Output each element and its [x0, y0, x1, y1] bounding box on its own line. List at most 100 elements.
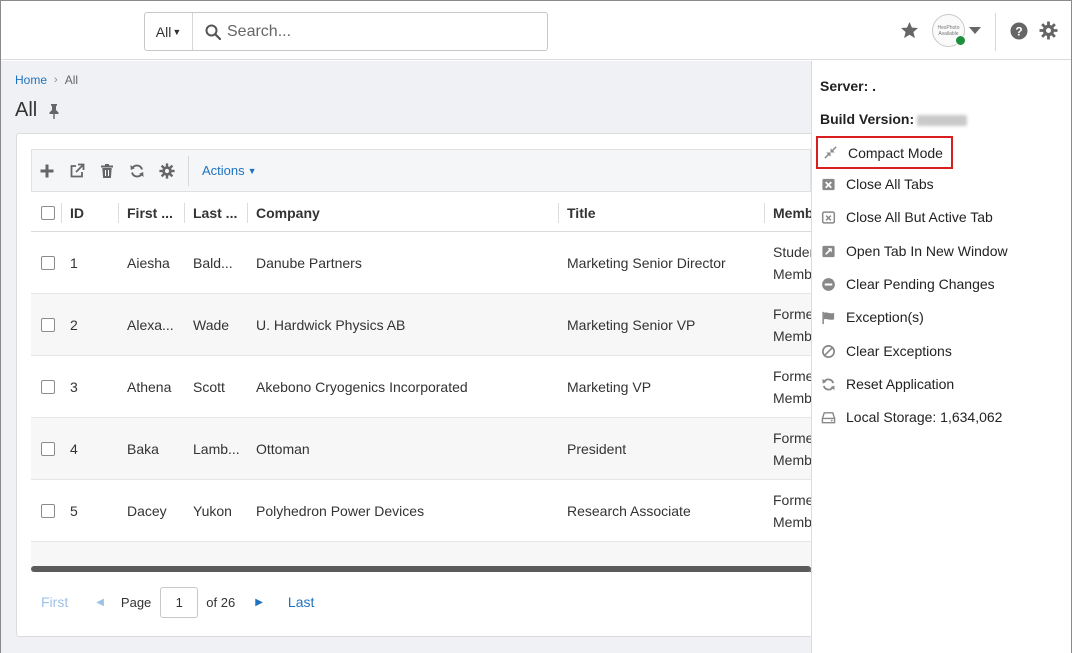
close-all-but-active-tab-item[interactable]: Close All But Active Tab — [820, 202, 1060, 232]
next-page-icon[interactable]: ▶ — [255, 597, 263, 608]
column-divider[interactable] — [184, 203, 185, 223]
row-checkbox[interactable] — [41, 318, 55, 332]
top-bar: All▼ HesPhoto Available ? — [1, 1, 1071, 60]
reset-application-item[interactable]: Reset Application — [820, 369, 1060, 399]
chevron-down-icon[interactable] — [969, 26, 981, 36]
page-number-input[interactable] — [160, 586, 199, 618]
clear-exceptions-item[interactable]: Clear Exceptions — [820, 336, 1060, 366]
cell-first-name: Aiesha — [127, 255, 170, 271]
table-row[interactable]: 4 Baka Lamb... Ottoman President Forme Me… — [31, 418, 811, 480]
open-external-button[interactable] — [62, 156, 92, 186]
ban-icon — [820, 343, 836, 359]
help-icon[interactable]: ? — [1010, 22, 1028, 40]
cell-title: Marketing Senior VP — [567, 317, 696, 333]
open-tab-new-window-item[interactable]: Open Tab In New Window — [820, 236, 1060, 266]
search-input[interactable] — [227, 22, 527, 41]
build-version-info: Build Version: — [820, 111, 968, 127]
row-checkbox-cell — [41, 480, 55, 542]
cell-first-name: Alexa... — [127, 317, 174, 333]
grid-settings-button[interactable] — [152, 156, 182, 186]
column-header-company[interactable]: Company — [256, 193, 556, 232]
column-divider[interactable] — [558, 203, 559, 223]
caret-down-icon: ▼ — [247, 165, 257, 176]
cell-id: 1 — [70, 255, 78, 271]
column-header-member[interactable]: Memb — [773, 193, 811, 232]
row-checkbox-cell — [41, 356, 55, 418]
row-checkbox[interactable] — [41, 256, 55, 270]
minus-circle-icon — [820, 276, 836, 292]
menu-item-label: Compact Mode — [848, 144, 943, 161]
cell-company: Ottoman — [256, 441, 310, 457]
star-icon[interactable] — [900, 21, 919, 40]
cell-title: Research Associate — [567, 503, 691, 519]
breadcrumb-current: All — [64, 73, 79, 87]
cell-member-line2: Memb — [773, 328, 811, 344]
row-checkbox[interactable] — [41, 504, 55, 518]
column-header-first-name[interactable]: First ... — [127, 193, 185, 232]
first-page-link[interactable]: First — [41, 594, 68, 610]
exceptions-item[interactable]: Exception(s) — [820, 302, 1060, 332]
column-header-last-name[interactable]: Last ... — [193, 193, 251, 232]
cell-member: Studer Memb — [773, 232, 811, 294]
server-info: Server: . — [820, 78, 877, 94]
column-divider[interactable] — [247, 203, 248, 223]
horizontal-scrollbar[interactable] — [31, 566, 811, 572]
column-header-title[interactable]: Title — [567, 193, 757, 232]
add-button[interactable] — [32, 156, 62, 186]
column-divider[interactable] — [118, 203, 119, 223]
actions-dropdown[interactable]: Actions ▼ — [202, 163, 257, 178]
column-divider[interactable] — [764, 203, 765, 223]
select-all-checkbox-cell — [41, 193, 57, 232]
close-all-tabs-item[interactable]: Close All Tabs — [820, 169, 1060, 199]
column-header-id[interactable]: ID — [70, 193, 120, 232]
toolbar-divider — [188, 155, 189, 186]
cell-member: Forme Memb — [773, 480, 811, 542]
column-divider[interactable] — [61, 203, 62, 223]
cell-company: Akebono Cryogenics Incorporated — [256, 379, 468, 395]
table-row[interactable]: 5 Dacey Yukon Polyhedron Power Devices R… — [31, 480, 811, 542]
delete-button[interactable] — [92, 156, 122, 186]
compact-mode-item[interactable]: Compact Mode — [816, 136, 953, 169]
row-checkbox[interactable] — [41, 380, 55, 394]
gear-icon[interactable] — [1039, 21, 1058, 40]
local-storage-item[interactable]: Local Storage: 1,634,062 — [820, 402, 1060, 432]
search-scope-dropdown[interactable]: All ▼ — [145, 13, 193, 50]
prev-page-icon[interactable]: ◀ — [96, 597, 104, 608]
cell-member: Forme Memb — [773, 356, 811, 418]
grid-body: 1 Aiesha Bald... Danube Partners Marketi… — [31, 232, 811, 572]
compress-icon — [822, 145, 838, 161]
menu-item-label: Reset Application — [846, 376, 955, 392]
select-all-checkbox[interactable] — [41, 205, 55, 220]
menu-item-label: Open Tab In New Window — [846, 243, 1008, 259]
cell-company: Danube Partners — [256, 255, 362, 271]
pin-icon[interactable] — [47, 103, 61, 119]
row-checkbox[interactable] — [41, 442, 55, 456]
grid-card: Actions ▼ ID First ... Last ... Company T… — [16, 133, 816, 637]
row-checkbox-cell — [41, 232, 55, 294]
page-title-row: All — [15, 99, 61, 122]
table-row[interactable]: 2 Alexa... Wade U. Hardwick Physics AB M… — [31, 294, 811, 356]
cell-first-name: Athena — [127, 379, 172, 395]
last-page-link[interactable]: Last — [288, 594, 314, 610]
build-version-label: Build Version: — [820, 111, 915, 127]
menu-item-label: Exception(s) — [846, 309, 924, 325]
search-icon — [205, 24, 221, 40]
chevron-right-icon: › — [54, 74, 58, 86]
cell-id: 3 — [70, 379, 78, 395]
actions-label: Actions — [202, 163, 245, 178]
cell-id: 2 — [70, 317, 78, 333]
table-row[interactable]: 1 Aiesha Bald... Danube Partners Marketi… — [31, 232, 811, 294]
refresh-button[interactable] — [122, 156, 152, 186]
menu-item-label: Close All But Active Tab — [846, 209, 993, 225]
clear-pending-changes-item[interactable]: Clear Pending Changes — [820, 269, 1060, 299]
table-row[interactable]: 3 Athena Scott Akebono Cryogenics Incorp… — [31, 356, 811, 418]
cell-first-name: Dacey — [127, 503, 167, 519]
menu-item-label: Local Storage: 1,634,062 — [846, 409, 1003, 425]
gear-icon — [159, 162, 175, 179]
row-checkbox-cell — [41, 294, 55, 356]
trash-icon — [101, 163, 113, 178]
main-content: Home › All All Actions ▼ ID First ... Las… — [1, 61, 816, 653]
breadcrumb-home-link[interactable]: Home — [15, 73, 47, 87]
refresh-icon — [130, 164, 144, 177]
page-title: All — [15, 99, 38, 121]
